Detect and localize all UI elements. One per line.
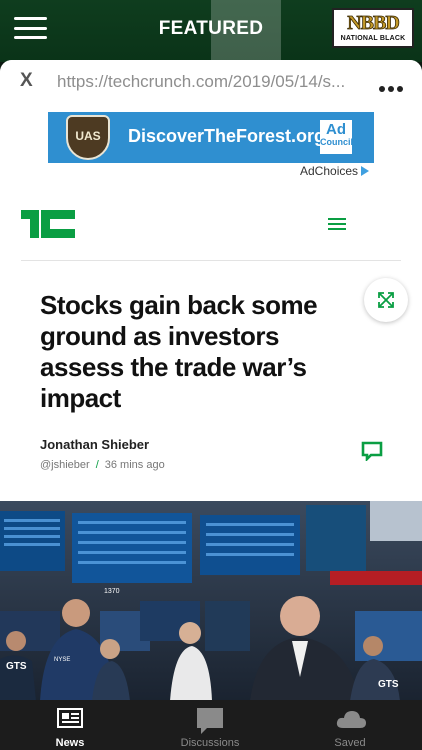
article-headline: Stocks gain back some ground as investor…	[40, 290, 318, 413]
ad-council-top: Ad	[326, 121, 346, 138]
article-photo: GTS GTS 1370 NYSE	[0, 501, 422, 700]
byline: @jshieber / 36 mins ago	[40, 459, 165, 471]
ticker-label: 1370	[104, 588, 120, 595]
url-bar: X https://techcrunch.com/2019/05/14/s...	[0, 60, 422, 102]
ad-text: DiscoverTheForest.org	[128, 126, 326, 146]
nbbd-logo[interactable]: NBBD NATIONAL BLACK	[332, 8, 414, 48]
close-button[interactable]: X	[20, 70, 33, 92]
ad-council-bottom: Council	[320, 137, 353, 147]
nav-saved[interactable]: Saved	[290, 700, 410, 750]
logo-letters: NBBD	[347, 12, 400, 35]
ticker-label: GTS	[6, 661, 27, 672]
author-name[interactable]: Jonathan Shieber	[40, 437, 149, 452]
ad-council-logo: Ad Council	[320, 120, 353, 154]
bottom-nav: News Discussions Saved	[0, 700, 422, 750]
nav-label-saved: Saved	[334, 737, 366, 749]
chat-bubble-icon	[197, 708, 223, 734]
adchoices-link[interactable]: AdChoices	[300, 164, 370, 178]
nav-label-news: News	[55, 737, 85, 749]
url-text[interactable]: https://techcrunch.com/2019/05/14/s...	[57, 72, 367, 92]
share-button[interactable]	[364, 278, 408, 322]
techcrunch-logo[interactable]	[21, 210, 75, 238]
more-horizontal-icon[interactable]	[379, 79, 409, 92]
trading-floor-image: GTS GTS 1370 NYSE	[0, 501, 422, 700]
nav-news[interactable]: News	[10, 700, 130, 750]
author-handle[interactable]: @jshieber	[40, 459, 90, 471]
nav-discussions[interactable]: Discussions	[150, 700, 270, 750]
newspaper-icon	[57, 708, 83, 728]
adchoices-label: AdChoices	[300, 164, 359, 178]
post-time: 36 mins ago	[104, 459, 165, 471]
forest-service-shield-icon: UAS	[66, 115, 110, 160]
logo-subtitle: NATIONAL BLACK	[340, 35, 406, 42]
cloud-icon	[336, 711, 366, 728]
ad-banner[interactable]: UAS DiscoverTheForest.org Ad Council	[48, 112, 374, 163]
browser-sheet: X https://techcrunch.com/2019/05/14/s...…	[0, 60, 422, 700]
comment-icon[interactable]	[361, 441, 383, 461]
shield-text: UAS	[75, 129, 101, 143]
adchoices-icon	[361, 166, 370, 176]
menu-icon[interactable]	[328, 218, 346, 232]
ticker-label: GTS	[378, 679, 399, 690]
divider	[21, 260, 401, 261]
byline-separator: /	[95, 459, 99, 471]
share-icon	[378, 292, 394, 308]
app-bar: FEATURED NBBD NATIONAL BLACK	[0, 0, 422, 62]
ticker-label: NYSE	[54, 657, 70, 663]
nav-label-discussions: Discussions	[180, 737, 240, 749]
